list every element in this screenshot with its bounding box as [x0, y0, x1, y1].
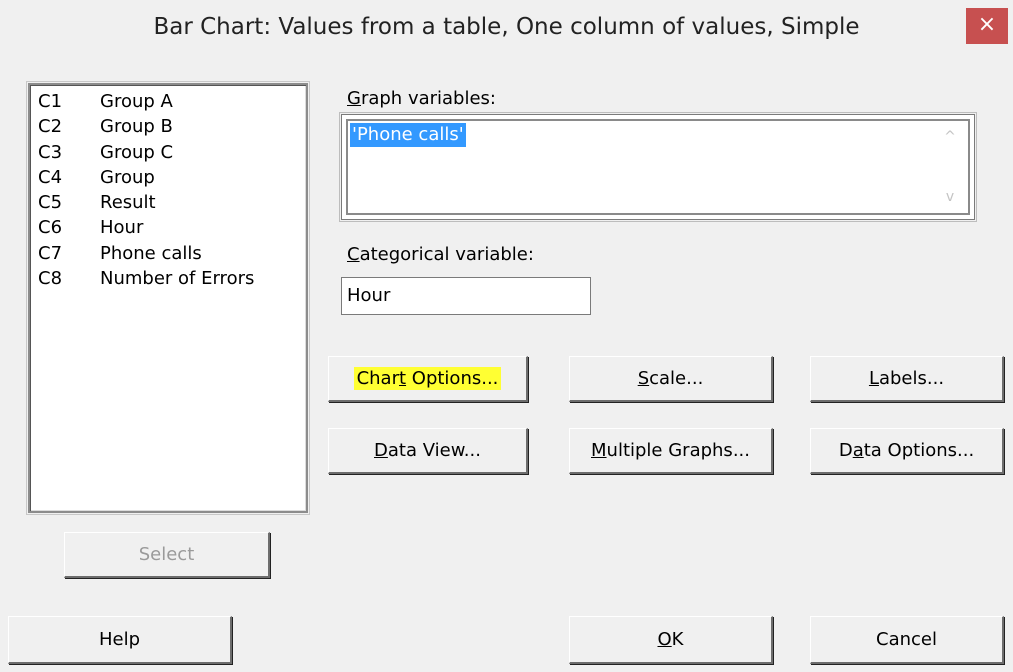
chart-options-button[interactable]: Chart Options...: [328, 356, 528, 402]
cancel-button[interactable]: Cancel: [810, 616, 1004, 664]
label-text: raph variables:: [360, 88, 496, 109]
mnemonic-letter: L: [868, 368, 879, 389]
mnemonic-letter: C: [347, 244, 360, 265]
window-title: Bar Chart: Values from a table, One colu…: [153, 14, 860, 40]
scale-button[interactable]: Scale...: [569, 356, 773, 402]
variable-code: C3: [38, 142, 63, 163]
ok-button[interactable]: OK: [569, 616, 773, 664]
labels-button[interactable]: Labels...: [810, 356, 1004, 402]
mnemonic-letter: O: [657, 629, 672, 650]
mnemonic-letter: S: [637, 368, 650, 389]
label-part: abels...: [878, 368, 945, 389]
graph-variables-field[interactable]: 'Phone calls' ^ v: [339, 112, 977, 222]
mnemonic-letter: t: [399, 368, 407, 389]
variable-name: Hour: [100, 217, 144, 238]
variable-name: Group: [100, 167, 155, 188]
scroll-up-icon[interactable]: ^: [938, 129, 962, 145]
multiple-graphs-button[interactable]: Multiple Graphs...: [569, 428, 773, 474]
variable-code: C4: [38, 167, 63, 188]
list-item[interactable]: C2 Group B: [38, 114, 173, 139]
categorical-variable-label: Categorical variable:: [347, 244, 534, 265]
variable-name: Result: [100, 192, 156, 213]
variable-code: C8: [38, 268, 63, 289]
variable-code: C7: [38, 243, 63, 264]
data-view-button[interactable]: Data View...: [328, 428, 528, 474]
list-item[interactable]: C4 Group: [38, 165, 155, 190]
graph-variables-value: 'Phone calls': [350, 123, 466, 147]
variable-code: C2: [38, 116, 63, 137]
label-text: ategorical variable:: [359, 244, 534, 265]
label-part: K: [671, 629, 684, 650]
list-item[interactable]: C5 Result: [38, 190, 156, 215]
chart-options-label: Chart Options...: [353, 367, 502, 390]
label-part: ta Options...: [863, 440, 975, 461]
mnemonic-letter: M: [591, 440, 607, 461]
select-button[interactable]: Select: [64, 532, 270, 578]
variable-code: C5: [38, 192, 63, 213]
label-part: D: [838, 440, 853, 461]
graph-variables-label: Graph variables:: [347, 88, 496, 109]
variable-name: Group C: [100, 142, 174, 163]
mnemonic-letter: a: [852, 440, 864, 461]
scroll-down-icon[interactable]: v: [938, 189, 962, 205]
list-item[interactable]: C6 Hour: [38, 215, 143, 240]
title-bar: Bar Chart: Values from a table, One colu…: [0, 0, 1013, 72]
label-part: Options...: [406, 368, 499, 389]
close-icon: ×: [977, 12, 997, 37]
categorical-variable-field[interactable]: Hour: [341, 277, 591, 315]
variable-code: C6: [38, 217, 63, 238]
variable-list[interactable]: C1 Group A C2 Group B C3 Group C C4 Group C5…: [26, 81, 310, 515]
close-button[interactable]: ×: [966, 8, 1008, 44]
variable-name: Group A: [100, 91, 173, 112]
variable-name: Group B: [100, 116, 173, 137]
list-item[interactable]: C3 Group C: [38, 140, 173, 165]
label-part: ultiple Graphs...: [606, 440, 750, 461]
mnemonic-letter: G: [347, 88, 361, 109]
label-part: ata View...: [387, 440, 481, 461]
data-options-button[interactable]: Da ta Options...: [810, 428, 1004, 474]
variable-code: C1: [38, 91, 63, 112]
variable-name: Phone calls: [100, 243, 202, 264]
list-item[interactable]: C8 Number of Errors: [38, 266, 254, 291]
help-button[interactable]: Help: [8, 616, 232, 664]
label-part: cale...: [649, 368, 704, 389]
variable-name: Number of Errors: [100, 268, 255, 289]
mnemonic-letter: D: [374, 440, 388, 461]
label-part: Char: [356, 368, 399, 389]
list-item[interactable]: C7 Phone calls: [38, 241, 202, 266]
list-item[interactable]: C1 Group A: [38, 89, 173, 114]
